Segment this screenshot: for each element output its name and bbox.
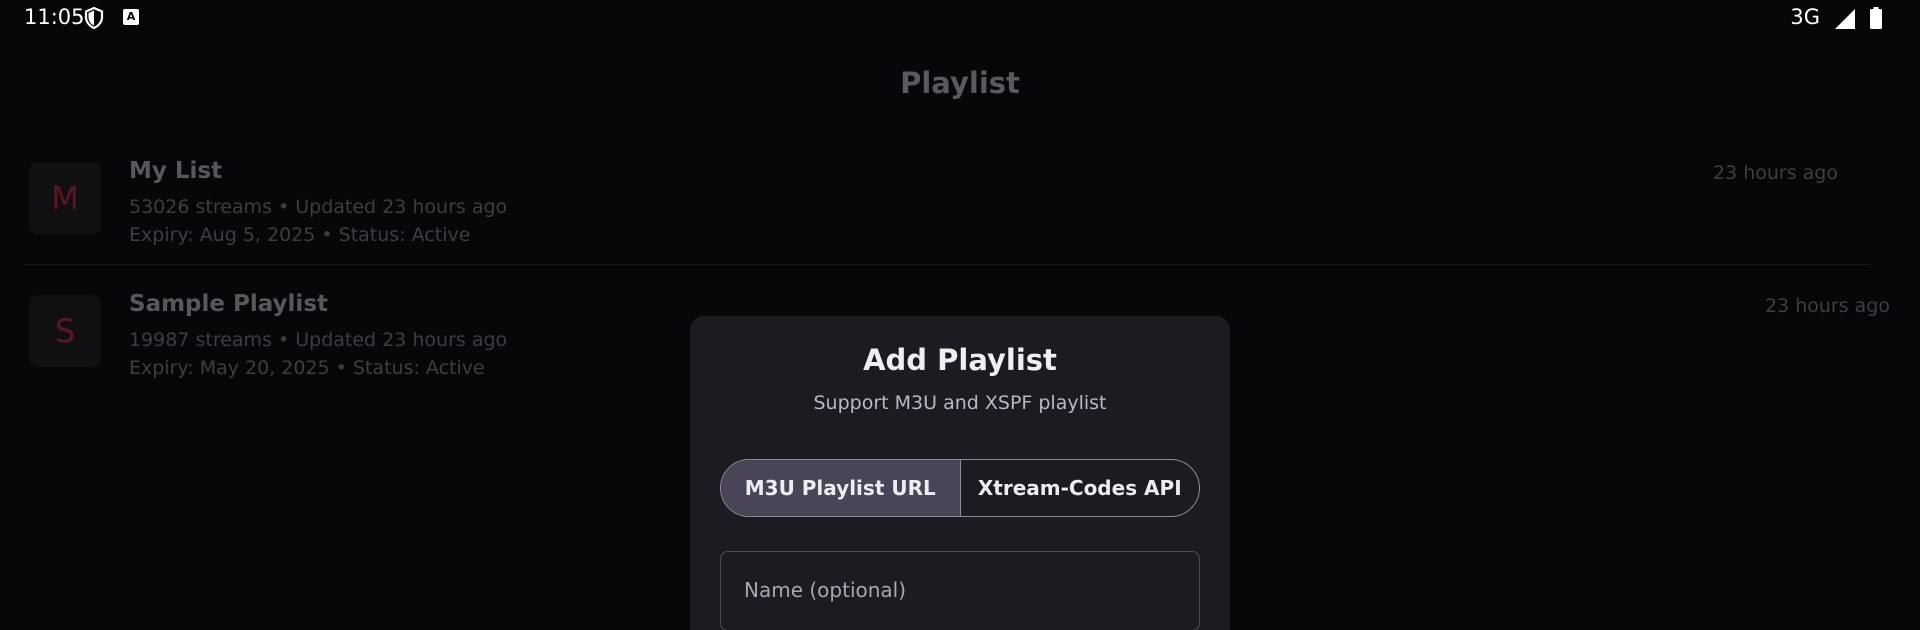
status-time: 11:05 — [24, 5, 85, 29]
playlist-streams-info: 53026 streams • Updated 23 hours ago — [129, 196, 508, 218]
playlist-name: Sample Playlist — [129, 291, 329, 317]
dialog-subtitle: Support M3U and XSPF playlist — [813, 392, 1107, 414]
playlist-avatar: S — [29, 295, 101, 367]
list-divider — [24, 264, 1870, 265]
playlist-streams-info: 19987 streams • Updated 23 hours ago — [129, 329, 508, 351]
add-playlist-dialog: Add Playlist Support M3U and XSPF playli… — [690, 316, 1230, 630]
playlist-expiry-info: Expiry: Aug 5, 2025 • Status: Active — [129, 224, 471, 246]
page-title: Playlist — [900, 66, 1020, 100]
tab-m3u-playlist-url[interactable]: M3U Playlist URL — [721, 460, 960, 516]
playlist-expiry-info: Expiry: May 20, 2025 • Status: Active — [129, 357, 485, 379]
tab-xtream-codes-api[interactable]: Xtream-Codes API — [959, 460, 1200, 516]
playlist-avatar: M — [29, 162, 101, 234]
playlist-row-my-list[interactable]: M My List 53026 streams • Updated 23 hou… — [0, 158, 1920, 262]
playlist-type-selector: M3U Playlist URL Xtream-Codes API — [720, 459, 1200, 517]
shield-icon — [84, 7, 104, 29]
signal-icon — [1835, 9, 1855, 29]
dialog-title: Add Playlist — [863, 343, 1057, 377]
battery-icon — [1870, 7, 1882, 29]
name-field[interactable]: Name (optional) — [720, 551, 1200, 630]
network-type: 3G — [1790, 5, 1820, 29]
playlist-updated-time: 23 hours ago — [1764, 295, 1890, 317]
playlist-updated-time: 23 hours ago — [1712, 162, 1838, 184]
name-field-placeholder: Name (optional) — [744, 578, 907, 602]
screen: 11:05 A 3G Playlist M My List 53026 stre… — [0, 0, 1920, 630]
playlist-name: My List — [129, 158, 223, 184]
app-notification-icon: A — [123, 9, 139, 25]
status-bar: 11:05 A 3G — [0, 0, 1920, 36]
